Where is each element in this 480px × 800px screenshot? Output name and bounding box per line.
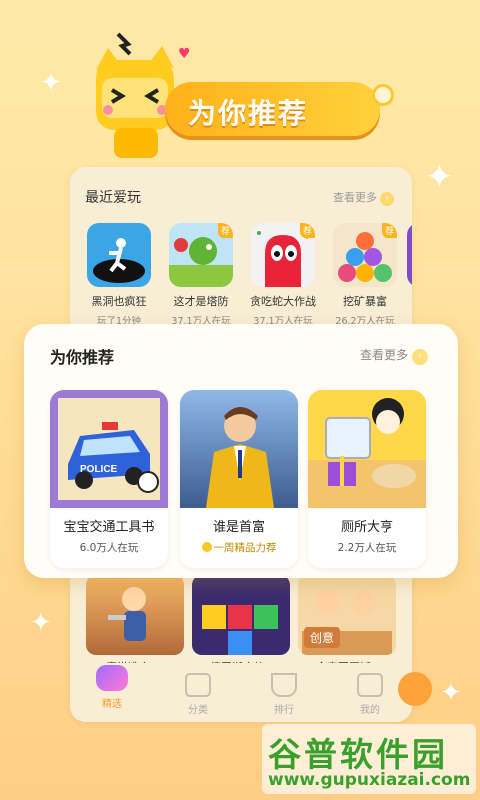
watermark-url: www.gupuxiazai.com: [268, 770, 471, 790]
sparkle-star-icon: ✦: [440, 678, 462, 708]
folder-icon: [185, 673, 211, 697]
game-art-richest: [180, 390, 298, 508]
recommend-tag: 荐: [299, 223, 315, 238]
trophy-icon: [271, 673, 297, 697]
gamepad-icon: [96, 665, 128, 691]
sparkle-star-icon: ✦: [425, 157, 454, 197]
recent-game-item[interactable]: 荐 贪吃蛇大作战 37.1万人在玩: [249, 223, 317, 327]
nav-item-profile[interactable]: 我的: [340, 673, 400, 716]
game-icon-partial: [407, 223, 412, 287]
game-icon-mining: 荐: [333, 223, 397, 287]
chevron-right-icon: ›: [380, 192, 394, 206]
recommend-tag: 荐: [381, 223, 397, 238]
game-icon-tower-defense: 荐: [169, 223, 233, 287]
nav-label: 排行: [274, 705, 294, 716]
toilet-tycoon-icon: [308, 398, 426, 508]
nav-label: 我的: [360, 705, 380, 716]
black-hole-icon: [93, 238, 145, 283]
police-label: POLICE: [80, 464, 118, 475]
below-game-tile[interactable]: [86, 575, 184, 655]
game-icon-black-hole: [87, 223, 151, 287]
recommend-card: 为你推荐 查看更多 › POLICE 宝宝交通工具书 6.0万人在玩 谁是首富 …: [24, 324, 458, 578]
recent-game-item[interactable]: 荐 挖矿暴富 26.2万人在玩: [331, 223, 399, 327]
card-game-sub: 2.2万人在玩: [337, 542, 397, 554]
recent-more-label: 查看更多: [333, 191, 377, 204]
recent-game-item[interactable]: [407, 223, 412, 287]
recommend-more-label: 查看更多: [359, 348, 408, 362]
nav-item-ranking[interactable]: 排行: [254, 673, 314, 716]
card-game-name: 谁是首富: [212, 520, 265, 535]
recent-game-name: 黑洞也疯狂: [91, 295, 147, 308]
game-icon-snake: 荐: [251, 223, 315, 287]
bottom-nav: 精选 分类 排行 我的: [70, 663, 412, 722]
card-game-sub: 一周精品力荐: [213, 542, 277, 554]
below-game-tile[interactable]: 创意: [298, 575, 396, 655]
recommend-more-link[interactable]: 查看更多 ›: [360, 346, 428, 365]
nav-item-featured[interactable]: 精选: [82, 665, 142, 710]
banner-dot-icon: [372, 84, 394, 106]
game-art-toilet: [308, 390, 426, 508]
decor-ball: [398, 672, 432, 706]
below-game-tile[interactable]: [192, 575, 290, 655]
nav-label: 精选: [102, 699, 122, 710]
card-game-sub: 6.0万人在玩: [79, 542, 139, 554]
recent-more-link[interactable]: 查看更多 ›: [333, 189, 394, 206]
recent-game-name: 这才是塔防: [173, 295, 229, 308]
banner-title: 为你推荐: [188, 97, 309, 130]
creative-label: 创意: [304, 627, 341, 648]
recommend-game-card[interactable]: 厕所大亨 2.2万人在玩: [308, 390, 426, 568]
medal-icon: [201, 542, 212, 552]
recent-games-list: 黑洞也疯狂 玩了1分钟 荐 这才是塔防 37.1万人在玩 荐 贪吃蛇大作战 37…: [85, 223, 412, 333]
card-game-name: 厕所大亨: [340, 520, 393, 535]
sparkle-star-icon: ✦: [30, 608, 52, 638]
chevron-right-icon: ›: [412, 349, 428, 365]
profile-icon: [357, 673, 383, 697]
recommend-game-card[interactable]: 谁是首富 一周精品力荐: [180, 390, 298, 568]
police-car-icon: POLICE: [50, 390, 168, 508]
nav-label: 分类: [188, 705, 208, 716]
businessman-icon: [206, 407, 274, 508]
game-art-vehicles: POLICE: [50, 390, 168, 508]
recommend-title: 为你推荐: [50, 348, 115, 367]
card-game-name: 宝宝交通工具书: [63, 520, 155, 535]
warrior-icon: [108, 587, 146, 641]
recent-game-name: 贪吃蛇大作战: [250, 295, 316, 308]
weekly-pick-badge: 一周精品力荐: [180, 540, 298, 555]
watermark-title: 谷普软件园: [268, 735, 448, 774]
tetris-icon: [202, 605, 278, 655]
nav-item-category[interactable]: 分类: [168, 673, 228, 716]
recommend-tag: 荐: [217, 223, 233, 238]
recent-section-title: 最近爱玩: [85, 190, 141, 206]
recommend-game-card[interactable]: POLICE 宝宝交通工具书 6.0万人在玩: [50, 390, 168, 568]
recent-game-item[interactable]: 黑洞也疯狂 玩了1分钟: [85, 223, 153, 327]
recent-game-item[interactable]: 荐 这才是塔防 37.1万人在玩: [167, 223, 235, 327]
sparkle-star-icon: ✦: [40, 68, 62, 98]
recent-game-name: 挖矿暴富: [343, 295, 387, 308]
